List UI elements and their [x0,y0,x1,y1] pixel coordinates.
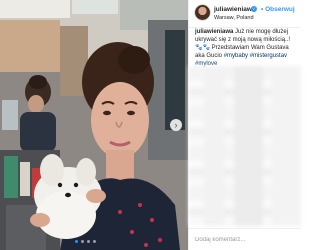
chevron-right-icon: › [174,120,178,130]
post-header: juliawieniawa ✓ • Obserwuj Warsaw, Polan… [189,0,301,28]
post-details-panel: juliawieniawa ✓ • Obserwuj Warsaw, Polan… [188,0,301,250]
carousel-dot [81,240,84,243]
caption-username[interactable]: juliawieniawa [195,29,233,35]
comment-bar [189,228,301,250]
post-caption: juliawieniawa Już nie mogę dłużej ukrywa… [195,28,297,68]
carousel-dot [87,240,90,243]
photo-illustration [0,0,188,250]
location-link[interactable]: Warsaw, Poland [214,15,254,21]
avatar[interactable] [195,5,210,20]
carousel-dot [93,240,96,243]
username-link[interactable]: juliawieniawa [214,6,256,13]
post-photo[interactable]: › [0,0,188,250]
comment-input[interactable] [195,234,295,245]
instagram-post: › juliawieniawa ✓ • Obserwuj Warsaw, Pol… [0,0,301,250]
carousel-dots [75,240,96,243]
verified-badge-icon: ✓ [251,6,257,12]
blurred-comments [189,66,301,226]
follow-button[interactable]: • Obserwuj [261,6,295,13]
carousel-next-button[interactable]: › [170,119,182,131]
carousel-dot [75,240,78,243]
